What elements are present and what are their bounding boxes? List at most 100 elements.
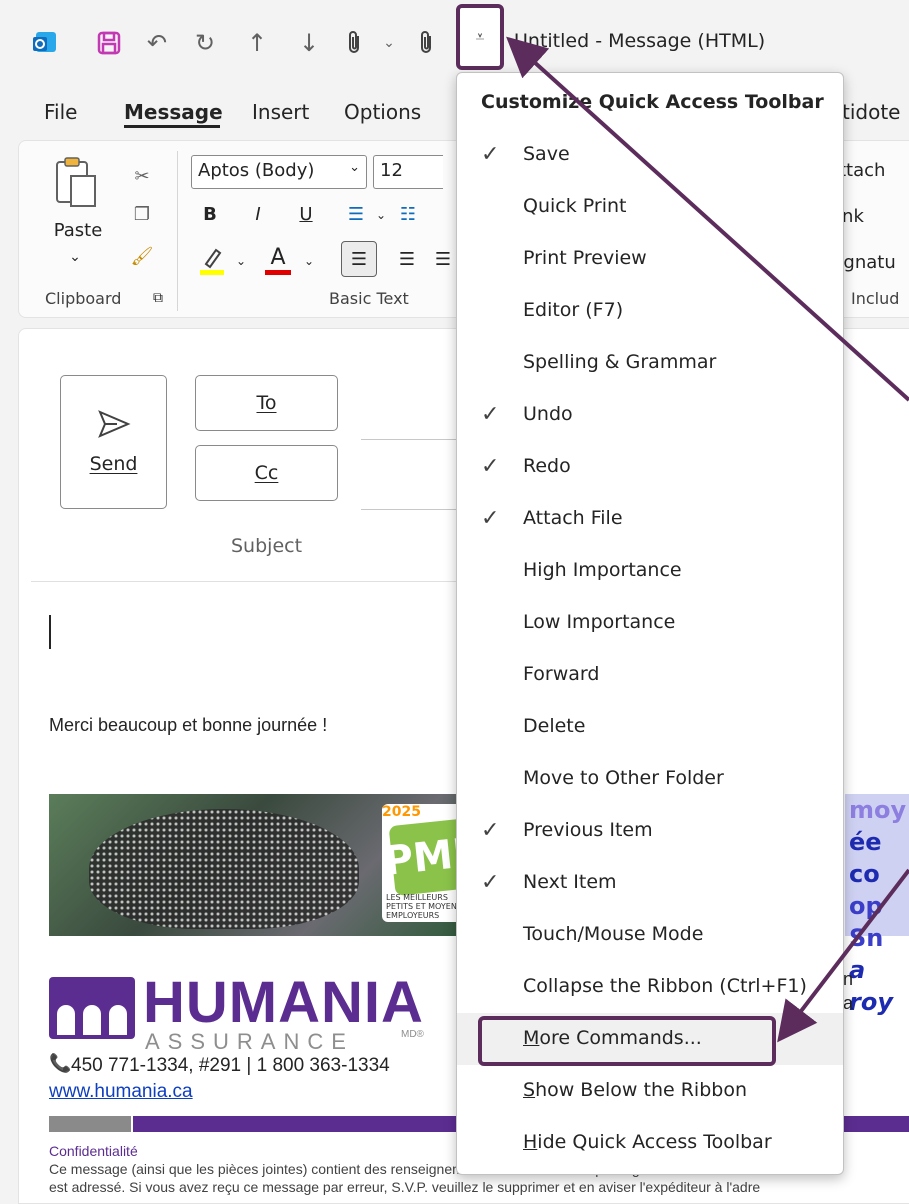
menu-item-label: Attach File [523, 507, 623, 529]
highlight-icon[interactable] [195, 241, 229, 279]
send-icon [97, 410, 131, 438]
paste-icon[interactable] [51, 155, 101, 211]
checkmark-icon: ✓ [481, 454, 500, 479]
previous-item-icon[interactable]: ↑ [240, 26, 274, 60]
tab-message[interactable]: Message [124, 100, 223, 124]
bullets-chevron-icon[interactable]: ⌄ [373, 201, 389, 229]
phone-icon: 📞 [49, 1053, 72, 1074]
website-link[interactable]: www.humania.ca [49, 1081, 193, 1103]
signature-banner-right: moy ée co op Sn a roy [845, 794, 909, 1016]
menu-item-low-importance[interactable]: Low Importance [457, 597, 843, 649]
tab-options[interactable]: Options [344, 100, 421, 124]
highlight-chevron-icon[interactable]: ⌄ [233, 247, 249, 275]
menu-item-print-preview[interactable]: Print Preview [457, 233, 843, 285]
attach-file-icon-2[interactable] [410, 26, 444, 60]
menu-item-label: Show Below the Ribbon [523, 1079, 748, 1101]
align-left-icon[interactable]: ☰ [341, 241, 377, 277]
menu-item-label: Touch/Mouse Mode [523, 923, 704, 945]
menu-item-undo[interactable]: ✓ Undo [457, 389, 843, 441]
font-color-glyph: A [270, 244, 286, 270]
bold-button[interactable]: B [195, 197, 225, 231]
underline-button[interactable]: U [291, 197, 321, 231]
menu-item-label: Quick Print [523, 195, 627, 217]
ribbon-separator [177, 151, 178, 311]
clipboard-launcher-icon[interactable]: ⧉ [147, 287, 169, 309]
font-size-value: 12 [380, 160, 403, 181]
menu-item-label: Collapse the Ribbon (Ctrl+F1) [523, 975, 807, 997]
cc-button[interactable]: Cc [195, 445, 338, 501]
menu-item-label: Editor (F7) [523, 299, 624, 321]
menu-item-save[interactable]: ✓ Save [457, 129, 843, 181]
menu-item-editor-f7[interactable]: Editor (F7) [457, 285, 843, 337]
menu-item-previous-item[interactable]: ✓ Previous Item [457, 805, 843, 857]
paste-button[interactable]: Paste [47, 215, 109, 245]
side-letter: a [843, 993, 854, 1013]
copy-icon[interactable]: ❐ [127, 199, 157, 229]
body-text: Merci beaucoup et bonne journée ! [49, 715, 328, 735]
humania-logo: HUMANIA ASSURANCE MD® [49, 970, 449, 1067]
right-banner-line: a roy [849, 956, 893, 1016]
clipboard-group-label: Clipboard [45, 289, 122, 308]
text-cursor [49, 615, 51, 649]
font-name-combo[interactable]: Aptos (Body) ⌄ [191, 155, 367, 189]
logo-trademark: MD® [401, 1029, 424, 1040]
next-item-icon[interactable]: ↓ [292, 26, 326, 60]
align-center-icon[interactable]: ☰ [389, 241, 425, 277]
right-banner-line: op Sn [849, 892, 884, 952]
cut-icon[interactable]: ✂ [127, 161, 157, 191]
checkmark-icon: ✓ [481, 870, 500, 895]
menu-item-delete[interactable]: Delete [457, 701, 843, 753]
menu-item-redo[interactable]: ✓ Redo [457, 441, 843, 493]
menu-item-show-below-the-ribbon[interactable]: Show Below the Ribbon [457, 1065, 843, 1117]
attach-dropdown-chevron-icon[interactable]: ⌄ [372, 26, 406, 60]
tab-antidote[interactable]: tidote [842, 100, 900, 124]
tab-file[interactable]: File [44, 100, 77, 124]
window-title: Untitled - Message (HTML) [514, 30, 766, 52]
bullets-icon[interactable]: ☰ [339, 197, 373, 231]
attach-file-icon[interactable] [338, 26, 372, 60]
menu-item-high-importance[interactable]: High Importance [457, 545, 843, 597]
crowd-photo [89, 809, 359, 929]
customize-qat-dropdown-button[interactable]: ⩡ [456, 4, 504, 70]
font-size-combo[interactable]: 12 [373, 155, 443, 189]
menu-item-quick-print[interactable]: Quick Print [457, 181, 843, 233]
menu-title: Customize Quick Access Toolbar [481, 91, 824, 113]
menu-item-spelling-grammar[interactable]: Spelling & Grammar [457, 337, 843, 389]
outlook-app-icon [28, 26, 62, 60]
menu-item-collapse-the-ribbon-ctrl-f1[interactable]: Collapse the Ribbon (Ctrl+F1) [457, 961, 843, 1013]
send-label: Send [89, 453, 138, 475]
format-painter-icon[interactable]: 🖌 [127, 241, 157, 271]
italic-button[interactable]: I [243, 197, 273, 231]
menu-item-label: Move to Other Folder [523, 767, 724, 789]
font-color-chevron-icon[interactable]: ⌄ [301, 247, 317, 275]
menu-item-hide-quick-access-toolbar[interactable]: Hide Quick Access Toolbar [457, 1117, 843, 1169]
menu-item-touch-mouse-mode[interactable]: Touch/Mouse Mode [457, 909, 843, 961]
redo-icon[interactable]: ↻ [188, 26, 222, 60]
send-button[interactable]: Send [60, 375, 167, 509]
right-banner-line: moy [849, 796, 907, 824]
customize-qat-chevron-icon: ⩡ [475, 27, 485, 46]
menu-item-move-to-other-folder[interactable]: Move to Other Folder [457, 753, 843, 805]
undo-icon[interactable]: ↶ [140, 26, 174, 60]
font-color-icon[interactable]: A [261, 241, 295, 279]
tab-insert[interactable]: Insert [252, 100, 309, 124]
cc-field-underline[interactable] [361, 509, 461, 510]
basic-text-group-label: Basic Text [329, 289, 409, 308]
menu-item-forward[interactable]: Forward [457, 649, 843, 701]
menu-item-label: Low Importance [523, 611, 676, 633]
menu-item-next-item[interactable]: ✓ Next Item [457, 857, 843, 909]
to-button[interactable]: To [195, 375, 338, 431]
save-icon[interactable] [92, 26, 126, 60]
numbering-icon[interactable]: ☷ [391, 197, 425, 231]
pme-badge-year: 2025 [382, 804, 421, 820]
menu-item-label: Previous Item [523, 819, 653, 841]
menu-item-label: Redo [523, 455, 571, 477]
right-banner-line: ée co [849, 828, 882, 888]
cc-label: Cc [254, 462, 279, 484]
menu-item-attach-file[interactable]: ✓ Attach File [457, 493, 843, 545]
checkmark-icon: ✓ [481, 506, 500, 531]
menu-item-label: Hide Quick Access Toolbar [523, 1131, 772, 1153]
to-field-underline[interactable] [361, 439, 461, 440]
paste-chevron-icon[interactable]: ⌄ [63, 247, 87, 267]
align-right-icon[interactable]: ☰ [431, 241, 455, 277]
